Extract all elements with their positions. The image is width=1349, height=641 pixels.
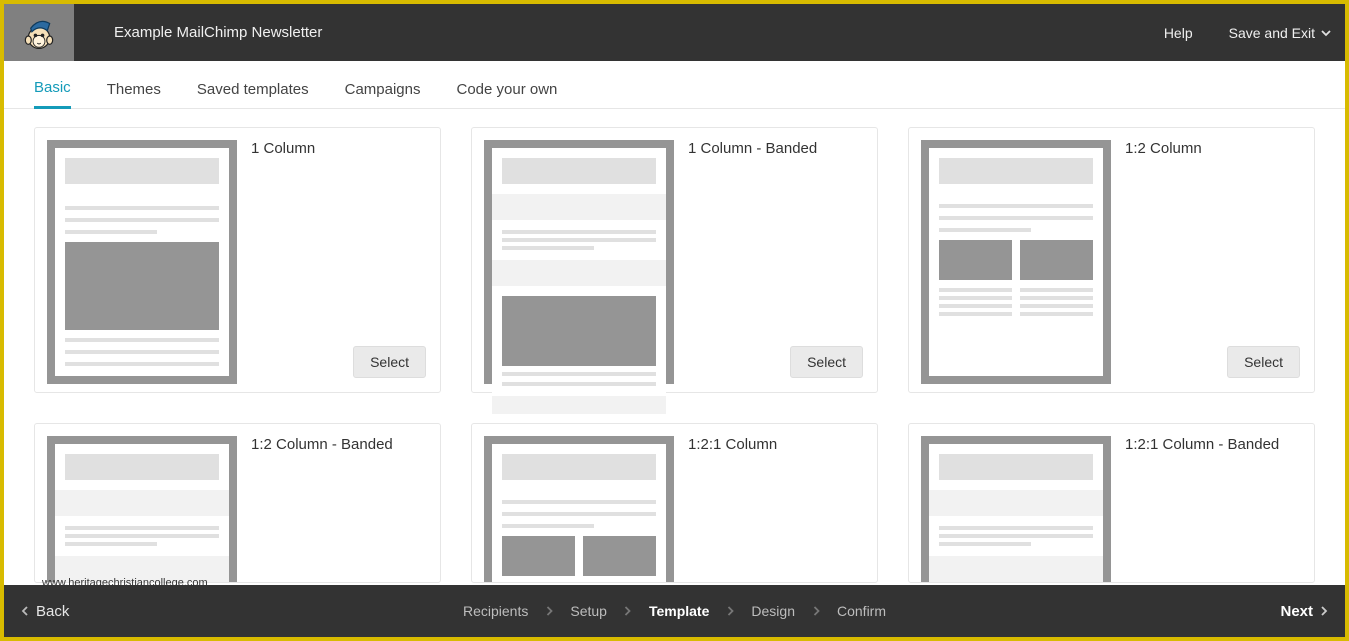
step-confirm[interactable]: Confirm [837,603,886,619]
back-button[interactable]: Back [20,603,69,620]
template-thumbnail[interactable] [484,140,674,384]
template-thumbnail[interactable] [47,436,237,583]
template-thumbnail[interactable] [47,140,237,384]
template-card-1-2-1-column: 1:2:1 Column Select [471,423,878,583]
select-button[interactable]: Select [790,346,863,378]
template-title: 1:2 Column [1125,140,1202,380]
wizard-steps: Recipients Setup Template Design Confirm [463,603,886,619]
chevron-right-icon [725,606,735,616]
chevron-right-icon [1319,606,1329,616]
template-thumbnail[interactable] [921,436,1111,583]
mailchimp-logo-icon [20,14,58,52]
tab-code-your-own[interactable]: Code your own [456,81,557,108]
tab-themes[interactable]: Themes [107,81,161,108]
template-card-1-column: 1 Column Select [34,127,441,393]
save-exit-label: Save and Exit [1229,25,1315,41]
template-thumbnail[interactable] [921,140,1111,384]
next-label: Next [1280,603,1313,620]
help-link[interactable]: Help [1164,25,1193,41]
tab-basic[interactable]: Basic [34,79,71,109]
template-card-1-2-column: 1:2 Column Select [908,127,1315,393]
chevron-down-icon [1321,28,1331,38]
step-setup[interactable]: Setup [570,603,607,619]
campaign-title: Example MailChimp Newsletter [114,24,322,41]
tab-saved-templates[interactable]: Saved templates [197,81,309,108]
template-thumbnail[interactable] [484,436,674,583]
save-and-exit-dropdown[interactable]: Save and Exit [1229,25,1331,41]
chevron-right-icon [544,606,554,616]
template-title: 1:2:1 Column [688,436,777,570]
template-title: 1:2:1 Column - Banded [1125,436,1279,570]
top-bar: Example MailChimp Newsletter Help Save a… [4,4,1345,61]
tab-campaigns[interactable]: Campaigns [345,81,421,108]
chevron-left-icon [20,606,30,616]
select-button[interactable]: Select [1227,346,1300,378]
watermark-text: www.heritagechristiancollege.com [42,577,208,589]
template-title: 1 Column - Banded [688,140,817,380]
app-logo[interactable] [4,4,74,61]
template-title: 1:2 Column - Banded [251,436,393,570]
step-design[interactable]: Design [751,603,795,619]
step-recipients[interactable]: Recipients [463,603,528,619]
select-button[interactable]: Select [353,346,426,378]
template-tabs: Basic Themes Saved templates Campaigns C… [4,61,1345,109]
template-card-1-2-column-banded: 1:2 Column - Banded Select [34,423,441,583]
next-button[interactable]: Next [1280,603,1329,620]
template-card-1-column-banded: 1 Column - Banded Select [471,127,878,393]
wizard-footer: Back Recipients Setup Template Design Co… [4,585,1345,637]
template-card-1-2-1-column-banded: 1:2:1 Column - Banded Select [908,423,1315,583]
template-title: 1 Column [251,140,315,380]
template-grid: 1 Column Select 1 Column - Banded Se [34,127,1315,583]
chevron-right-icon [811,606,821,616]
back-label: Back [36,603,69,620]
chevron-right-icon [623,606,633,616]
step-template[interactable]: Template [649,603,709,619]
